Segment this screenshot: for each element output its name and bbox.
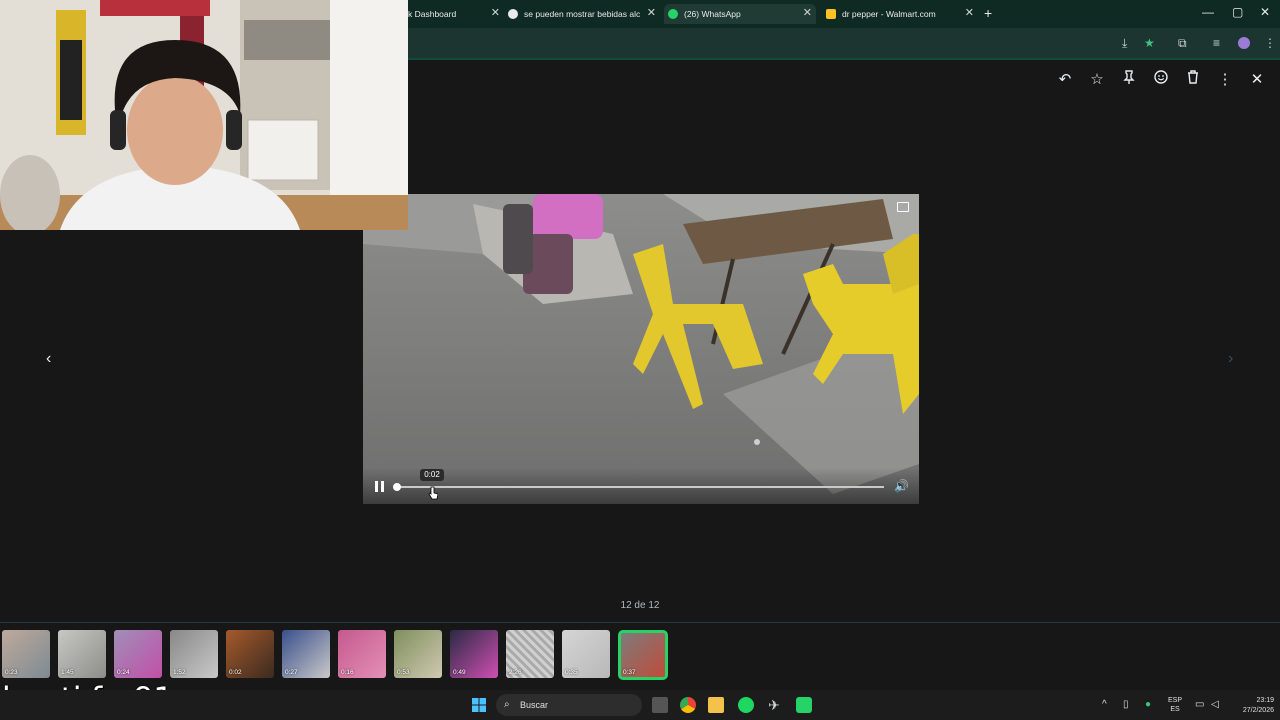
google-icon (508, 9, 518, 19)
thumbnail-duration: 1:45 (61, 669, 74, 676)
thumbnail-duration: 0:53 (397, 669, 410, 676)
thumbnail-duration: 1:52 (173, 669, 186, 676)
media-control-icon[interactable]: ≡ (1213, 36, 1220, 50)
thumbnail[interactable]: 2:26 (506, 630, 554, 678)
seek-time-tooltip: 0:02 (420, 469, 444, 481)
file-explorer-icon[interactable] (708, 697, 724, 713)
close-icon[interactable]: ✕ (1247, 70, 1267, 88)
thumbnail[interactable]: 0:23 (2, 630, 50, 678)
bookmark-star-icon[interactable]: ★ (1144, 36, 1155, 50)
seek-handle[interactable] (393, 483, 401, 491)
thumbnail-divider (0, 622, 1280, 623)
whatsapp-taskbar-icon[interactable] (796, 697, 812, 713)
system-clock[interactable]: 23:19 27/2/2026 (1226, 696, 1274, 716)
video-frame (363, 194, 919, 504)
clock-date: 27/2/2026 (1242, 707, 1274, 714)
thumbnail-duration: 0:27 (285, 669, 298, 676)
tab-google-search[interactable]: se pueden mostrar bebidas alc ✕ (508, 4, 656, 24)
keyboard-layout: ES (1170, 706, 1180, 713)
thumbnail[interactable]: 1:45 (58, 630, 106, 678)
media-counter: 12 de 12 (620, 600, 660, 611)
window-close-icon[interactable]: ✕ (1260, 5, 1270, 19)
video-player[interactable]: 🔊 (363, 194, 919, 504)
webcam-feed (0, 0, 408, 230)
video-controls: 🔊 (363, 468, 919, 504)
extensions-icon[interactable]: ⧉ (1178, 36, 1187, 51)
tab-close-icon[interactable]: ✕ (647, 6, 656, 19)
tab-title: se pueden mostrar bebidas alc (524, 9, 641, 19)
thumbnail-duration: 0:23 (5, 669, 18, 676)
windows-taskbar: ⌕ Buscar ✈ ^ ▯ ● ESP ES ▭ ◁ 23:19 27/2/2… (0, 690, 1280, 720)
screen: k Dashboard ✕ se pueden mostrar bebidas … (0, 0, 1280, 720)
profile-avatar[interactable] (1238, 37, 1250, 49)
delete-icon[interactable] (1183, 70, 1203, 88)
tab-close-icon[interactable]: ✕ (803, 6, 812, 19)
language-code: ESP (1167, 697, 1182, 704)
new-tab-button[interactable]: + (984, 5, 992, 21)
minimize-icon[interactable]: — (1202, 5, 1214, 19)
tray-expand-icon[interactable]: ^ (1102, 699, 1107, 710)
thumbnail[interactable]: 0:27 (282, 630, 330, 678)
star-icon[interactable]: ☆ (1087, 70, 1107, 88)
tab-title: dr pepper - Walmart.com (842, 9, 936, 19)
windows-start-icon[interactable] (471, 697, 487, 713)
volume-tray-icon[interactable]: ◁ (1211, 699, 1219, 710)
thumbnail[interactable]: 0:35 (562, 630, 610, 678)
whatsapp-icon (668, 9, 678, 19)
more-options-icon[interactable]: ⋮ (1215, 70, 1235, 88)
tab-dashboard[interactable]: k Dashboard ✕ (400, 4, 500, 24)
thumbnail[interactable]: 0:49 (450, 630, 498, 678)
language-indicator[interactable]: ESP ES (1166, 696, 1184, 714)
thumbnail-duration: 0:16 (341, 669, 354, 676)
thumbnail[interactable]: 0:53 (394, 630, 442, 678)
thumbnail-duration: 0:35 (565, 669, 578, 676)
thumbnail-duration: 0:37 (623, 669, 636, 676)
previous-media-arrow[interactable]: ‹ (46, 350, 51, 368)
battery-icon[interactable]: ▯ (1123, 699, 1129, 710)
pin-icon[interactable] (1119, 70, 1139, 88)
thumbnail-duration: 0:24 (117, 669, 130, 676)
tab-whatsapp[interactable]: (26) WhatsApp ✕ (664, 4, 816, 24)
tab-title: k Dashboard (408, 9, 457, 19)
pause-icon[interactable] (375, 481, 385, 492)
microphone-icon[interactable]: ● (1145, 699, 1151, 710)
thumbnail-selected[interactable]: 0:37 (618, 630, 668, 680)
emoji-icon[interactable] (1151, 70, 1171, 88)
volume-icon[interactable]: 🔊 (894, 479, 909, 493)
network-icon[interactable]: ▭ (1195, 699, 1204, 710)
thumbnail[interactable]: 1:52 (170, 630, 218, 678)
popout-icon[interactable] (897, 202, 909, 212)
seek-bar[interactable] (396, 486, 884, 488)
thumbnail-strip: 0:23 1:45 0:24 1:52 0:02 0:27 0:16 0:53 … (0, 630, 680, 680)
chrome-icon[interactable] (680, 697, 696, 713)
tab-walmart[interactable]: dr pepper - Walmart.com ✕ (826, 4, 974, 24)
thumbnail-duration: 2:26 (509, 669, 522, 676)
tab-title: (26) WhatsApp (684, 9, 741, 19)
search-label: Buscar (520, 700, 549, 710)
steam-icon[interactable]: ✈ (766, 697, 782, 713)
thumbnail-duration: 0:49 (453, 669, 466, 676)
thumbnail[interactable]: 0:02 (226, 630, 274, 678)
clock-time: 23:19 (1256, 697, 1274, 704)
next-media-arrow[interactable]: › (1228, 350, 1233, 368)
webcam-overlay (0, 0, 408, 230)
task-view-icon[interactable] (652, 697, 668, 713)
thumbnail-duration: 0:02 (229, 669, 242, 676)
spotify-icon[interactable] (738, 697, 754, 713)
thumbnail[interactable]: 0:16 (338, 630, 386, 678)
taskbar-search[interactable]: ⌕ Buscar (496, 694, 642, 716)
tab-close-icon[interactable]: ✕ (491, 6, 500, 19)
thumbnail[interactable]: 0:24 (114, 630, 162, 678)
hand-cursor-icon (428, 486, 438, 500)
reply-icon[interactable]: ↶ (1055, 70, 1075, 88)
tab-close-icon[interactable]: ✕ (965, 6, 974, 19)
install-app-icon[interactable]: ⤓ (1122, 36, 1127, 51)
restore-icon[interactable]: ▢ (1232, 5, 1243, 19)
search-icon: ⌕ (504, 699, 510, 710)
browser-menu-icon[interactable]: ⋮ (1264, 36, 1276, 50)
walmart-icon (826, 9, 836, 19)
